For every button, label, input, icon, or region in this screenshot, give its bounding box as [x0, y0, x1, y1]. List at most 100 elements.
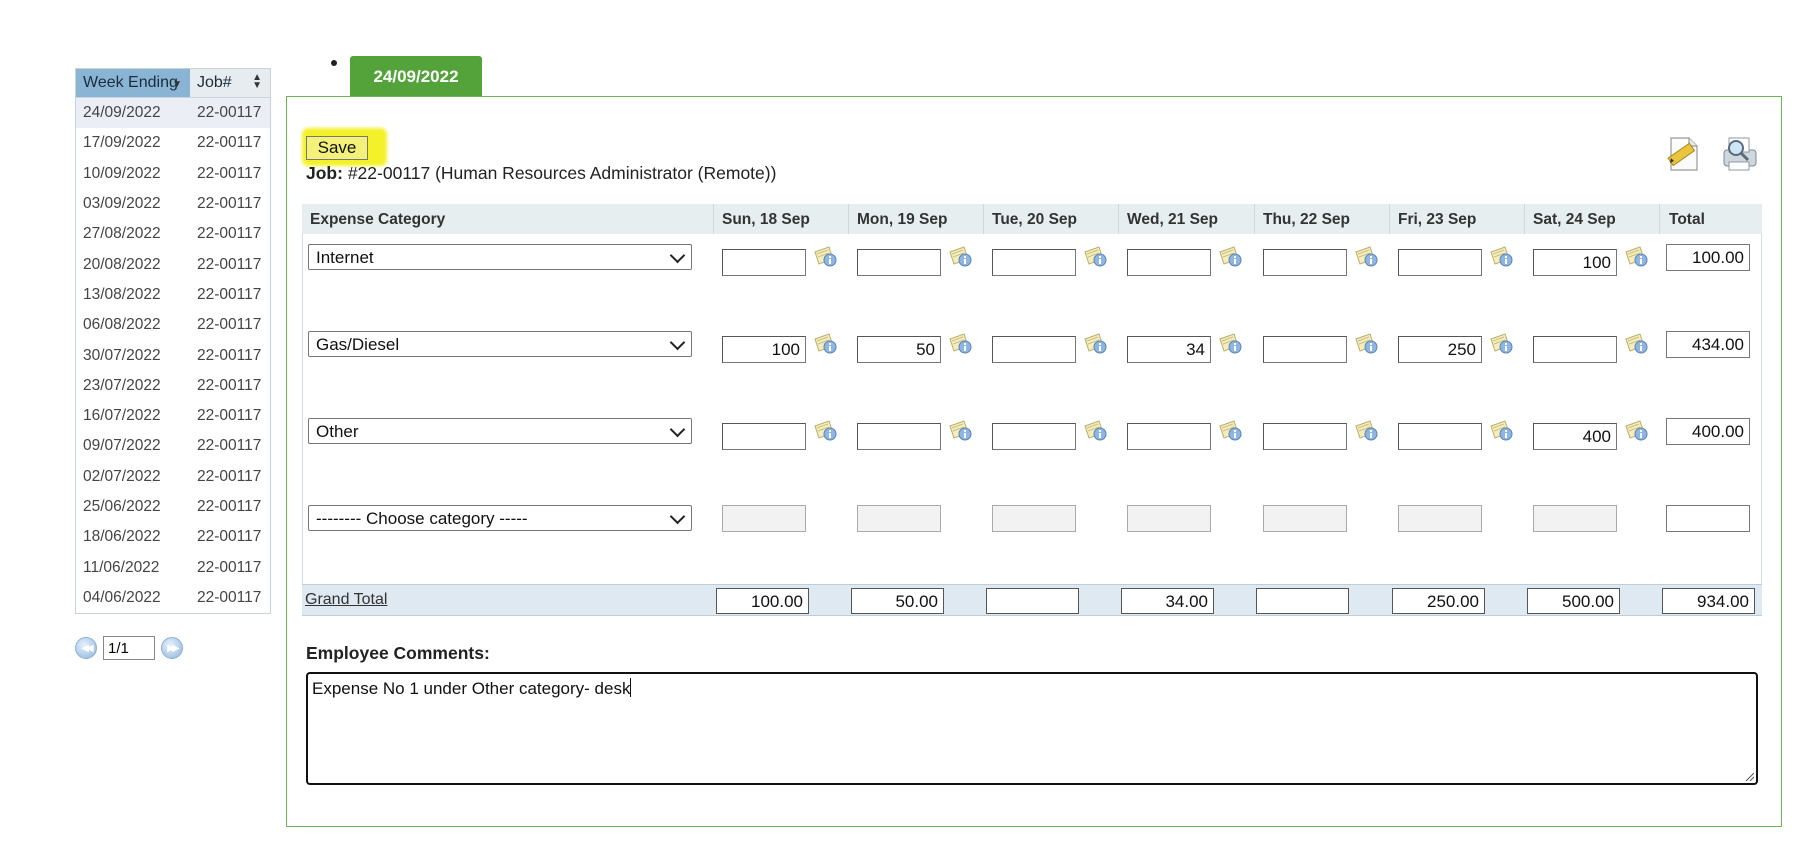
print-preview-icon[interactable] [1718, 132, 1760, 174]
note-icon[interactable] [1354, 331, 1380, 355]
note-icon[interactable] [1083, 418, 1109, 442]
expense-category-select[interactable]: Internet [308, 244, 692, 270]
day-amount-input[interactable] [1263, 249, 1347, 276]
note-icon[interactable] [1489, 244, 1515, 268]
day-amount-input[interactable]: 250 [1398, 336, 1482, 363]
expense-category-select[interactable]: -------- Choose category ----- [308, 505, 692, 531]
week-list-row[interactable]: 27/08/2022 22-00117 [76, 219, 270, 249]
day-amount-input[interactable] [1533, 336, 1617, 363]
next-page-icon[interactable]: ▶▶ [161, 637, 183, 659]
expense-grid-header: Expense Category Sun, 18 Sep Mon, 19 Sep… [302, 204, 1762, 234]
day-amount-input[interactable] [1398, 505, 1482, 532]
tab-bullet [331, 60, 337, 66]
week-ending-cell: 24/09/2022 [83, 104, 161, 122]
day-amount-input[interactable] [1263, 505, 1347, 532]
day-amount-input[interactable] [992, 505, 1076, 532]
grand-total-day: 50.00 [851, 588, 944, 614]
job-header[interactable]: Job# ▲ ▼ [190, 69, 270, 97]
note-icon[interactable] [1354, 418, 1380, 442]
edit-icon[interactable] [1663, 132, 1705, 174]
day-amount-input[interactable]: 50 [857, 336, 941, 363]
day-amount-input[interactable] [857, 249, 941, 276]
column-divider [1118, 204, 1119, 234]
note-icon[interactable] [1354, 244, 1380, 268]
column-divider [1524, 204, 1525, 234]
day-amount-input[interactable] [1127, 423, 1211, 450]
col-mon: Mon, 19 Sep [857, 211, 948, 228]
category-value: Other [316, 422, 359, 441]
day-amount-input[interactable]: 400 [1533, 423, 1617, 450]
day-amount-input[interactable] [992, 336, 1076, 363]
employee-comments-textarea[interactable]: Expense No 1 under Other category- desk [306, 672, 1758, 785]
week-list-row[interactable]: 02/07/2022 22-00117 [76, 462, 270, 492]
week-list-row[interactable]: 06/08/2022 22-00117 [76, 310, 270, 340]
note-icon[interactable] [948, 418, 974, 442]
day-amount-input[interactable] [992, 249, 1076, 276]
expense-category-select[interactable]: Other [308, 418, 692, 444]
week-list-row[interactable]: 03/09/2022 22-00117 [76, 189, 270, 219]
page-input[interactable] [103, 636, 155, 660]
day-amount-input[interactable] [722, 423, 806, 450]
job-header-label: Job# [197, 74, 232, 91]
week-list-row[interactable]: 10/09/2022 22-00117 [76, 159, 270, 189]
note-icon[interactable] [813, 418, 839, 442]
note-icon[interactable] [1218, 331, 1244, 355]
note-icon[interactable] [1218, 244, 1244, 268]
day-amount-input[interactable] [857, 505, 941, 532]
grand-total-link[interactable]: Grand Total [305, 591, 387, 609]
week-list-row[interactable]: 18/06/2022 22-00117 [76, 522, 270, 552]
note-icon[interactable] [813, 244, 839, 268]
note-icon[interactable] [1489, 331, 1515, 355]
column-divider [713, 204, 714, 234]
job-line: Job: #22-00117 (Human Resources Administ… [306, 163, 776, 184]
day-amount-input[interactable] [1263, 423, 1347, 450]
note-icon[interactable] [948, 331, 974, 355]
week-list-row[interactable]: 16/07/2022 22-00117 [76, 401, 270, 431]
save-button[interactable]: Save [306, 136, 368, 160]
note-icon[interactable] [948, 244, 974, 268]
day-amount-input[interactable] [992, 423, 1076, 450]
week-list-row[interactable]: 17/09/2022 22-00117 [76, 128, 270, 158]
note-icon[interactable] [1624, 331, 1650, 355]
week-list-row[interactable]: 13/08/2022 22-00117 [76, 280, 270, 310]
day-amount-input[interactable] [1127, 249, 1211, 276]
note-icon[interactable] [1218, 418, 1244, 442]
day-amount-input[interactable] [722, 249, 806, 276]
tab-week-24-09-2022[interactable]: 24/09/2022 [350, 56, 482, 97]
col-sat: Sat, 24 Sep [1533, 211, 1616, 228]
week-list-row[interactable]: 04/06/2022 22-00117 [76, 583, 270, 613]
day-amount-input[interactable] [1533, 505, 1617, 532]
day-amount-input[interactable] [722, 505, 806, 532]
first-page-icon[interactable]: ◀◀ [75, 637, 97, 659]
week-ending-cell: 11/06/2022 [83, 558, 160, 576]
note-icon[interactable] [1624, 418, 1650, 442]
day-amount-input[interactable]: 100 [722, 336, 806, 363]
week-list-row[interactable]: 23/07/2022 22-00117 [76, 371, 270, 401]
category-value: -------- Choose category ----- [316, 509, 528, 528]
day-amount-input[interactable] [857, 423, 941, 450]
note-icon[interactable] [1083, 244, 1109, 268]
day-amount-input[interactable]: 100 [1533, 249, 1617, 276]
note-icon[interactable] [813, 331, 839, 355]
week-list-row[interactable]: 20/08/2022 22-00117 [76, 249, 270, 279]
week-ending-header[interactable]: Week Ending ▼ [76, 69, 190, 97]
chevron-down-icon [669, 334, 686, 351]
col-thu: Thu, 22 Sep [1263, 211, 1350, 228]
resize-handle-icon[interactable] [1744, 771, 1754, 781]
week-list-row[interactable]: 25/06/2022 22-00117 [76, 492, 270, 522]
note-icon[interactable] [1083, 331, 1109, 355]
note-icon[interactable] [1489, 418, 1515, 442]
week-list-row[interactable]: 09/07/2022 22-00117 [76, 431, 270, 461]
day-amount-input[interactable] [1127, 505, 1211, 532]
week-list-row[interactable]: 30/07/2022 22-00117 [76, 340, 270, 370]
day-amount-input[interactable] [1263, 336, 1347, 363]
day-amount-input[interactable] [1398, 249, 1482, 276]
week-list-row[interactable]: 11/06/2022 22-00117 [76, 552, 270, 582]
week-list-row[interactable]: 24/09/2022 22-00117 [76, 98, 270, 129]
note-icon[interactable] [1624, 244, 1650, 268]
day-amount-input[interactable] [1398, 423, 1482, 450]
sort-icon: ▲ ▼ [252, 72, 262, 91]
job-number-cell: 22-00117 [197, 467, 262, 485]
day-amount-input[interactable]: 34 [1127, 336, 1211, 363]
expense-category-select[interactable]: Gas/Diesel [308, 331, 692, 357]
